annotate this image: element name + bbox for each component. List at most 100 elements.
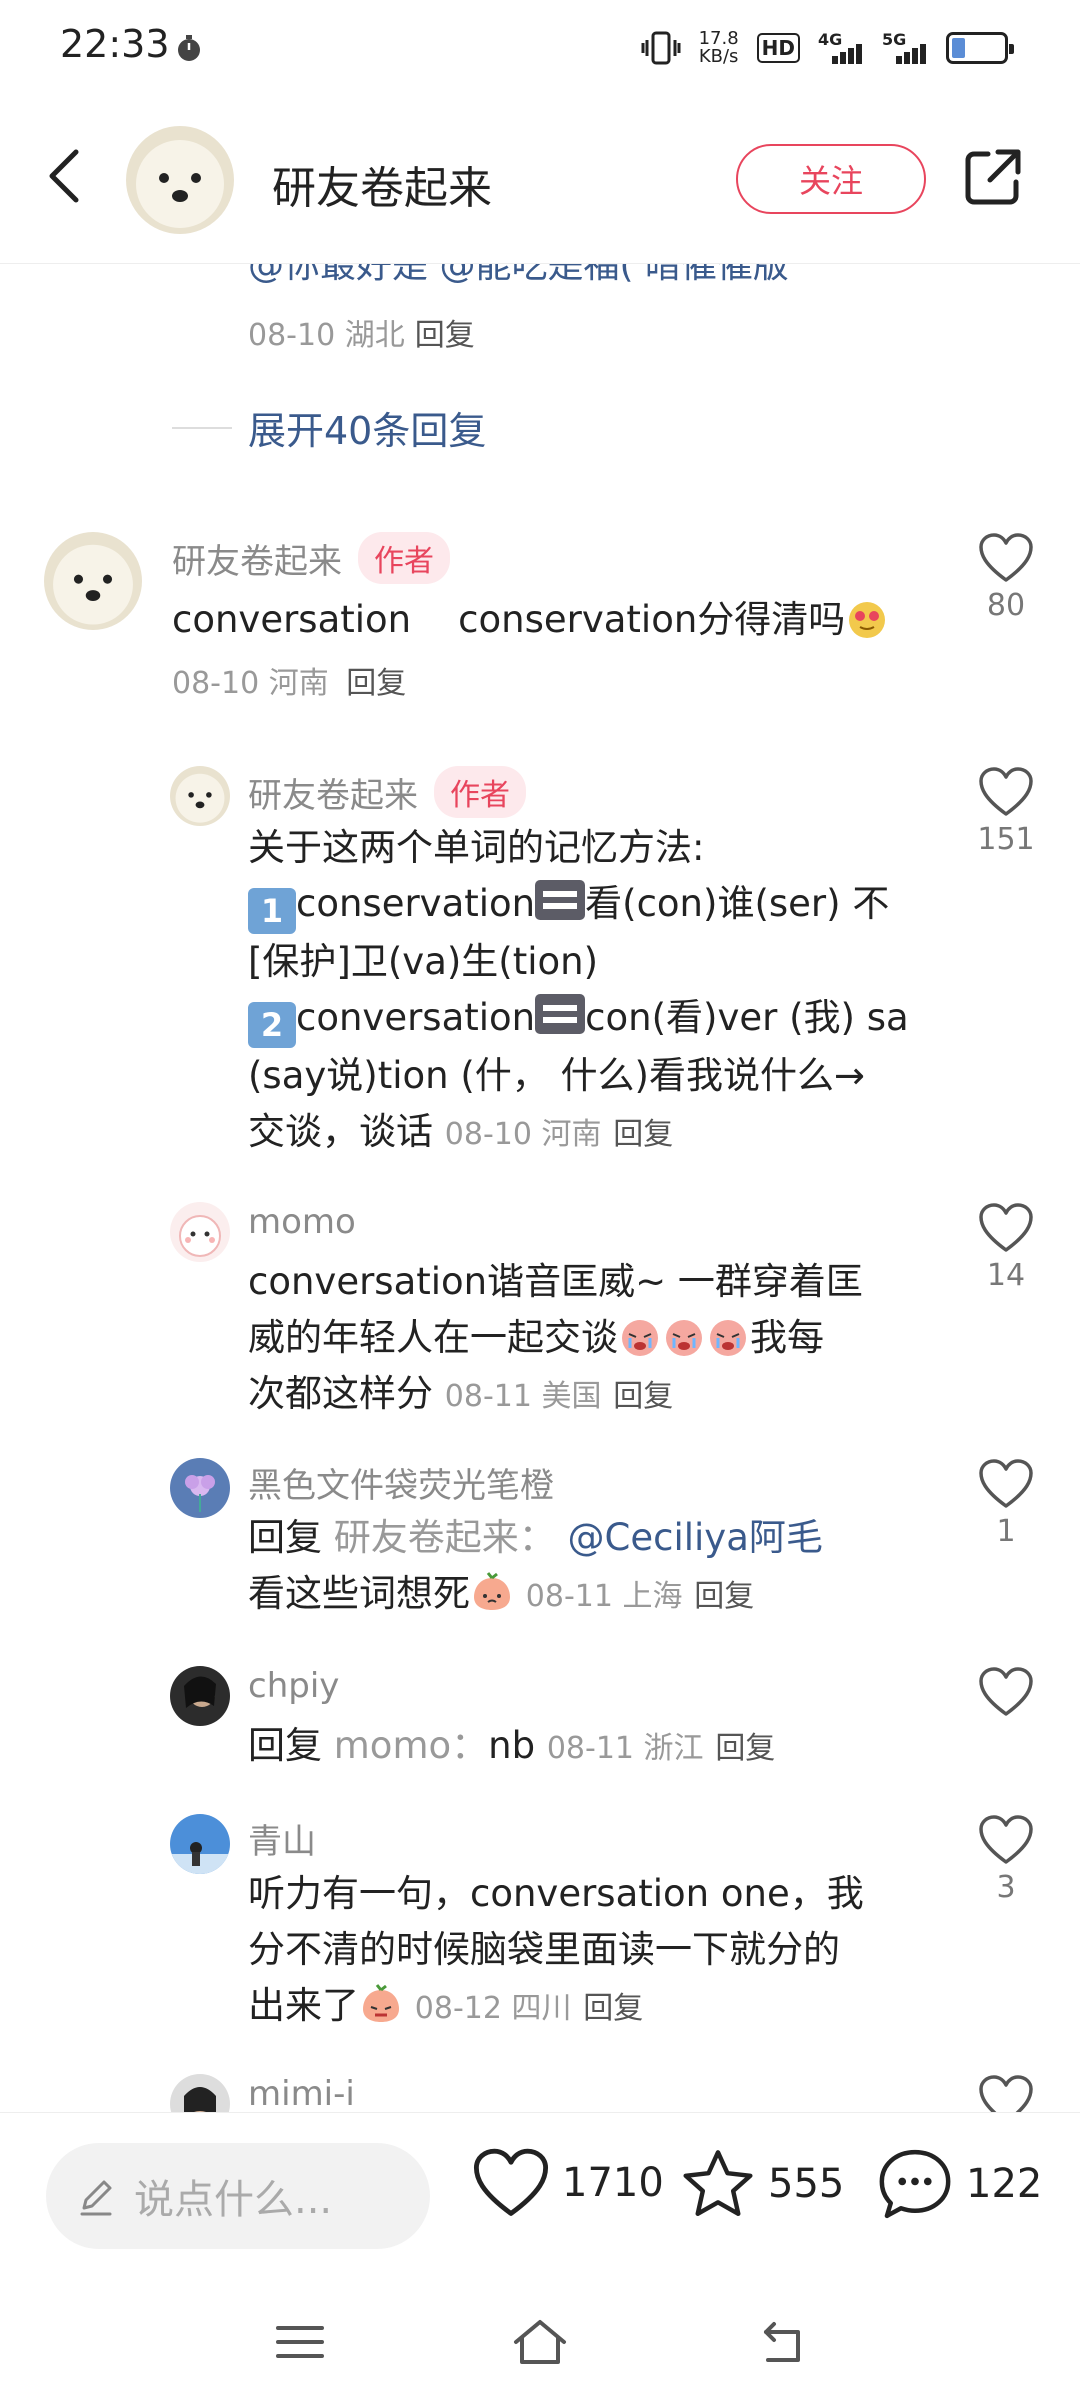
mention-link[interactable]: @Ceciliya阿毛: [568, 1516, 823, 1559]
comment-meta: 08-10 河南 回复: [172, 658, 406, 702]
previous-reply-button[interactable]: 回复: [415, 318, 475, 353]
comment-date: 08-11 美国: [444, 1379, 602, 1414]
comment-header: 黑色文件袋荧光笔橙: [248, 1458, 554, 1507]
comment-author[interactable]: momo: [248, 1202, 356, 1242]
like-button[interactable]: [966, 2074, 1046, 2112]
comment-header: chpiy: [248, 1666, 339, 1706]
comment-text: 回复 momo：nb 08-11 浙江 回复: [248, 1718, 948, 1777]
like-button[interactable]: 1: [966, 1458, 1046, 1549]
comment-text: 回复 研友卷起来： @Ceciliya阿毛 看这些词想死 08-11 上海 回复: [248, 1510, 948, 1625]
like-count: 151: [977, 822, 1035, 857]
previous-reply-text: @你最好是 @能吃是福( 暗催催版: [248, 264, 789, 286]
back-button[interactable]: [36, 146, 96, 206]
heart-icon: [979, 533, 1033, 582]
comment-author[interactable]: 研友卷起来: [172, 534, 342, 583]
comment-line: 看(con)谁(ser) 不: [585, 882, 890, 925]
star-icon: [683, 2150, 753, 2216]
crying-emoji-icon: [710, 1320, 746, 1356]
avatar[interactable]: [170, 766, 230, 826]
comments-button[interactable]: 122: [876, 2147, 1042, 2221]
reply-target[interactable]: 研友卷起来：: [334, 1516, 556, 1559]
comment-line: conversation: [296, 996, 536, 1039]
avatar[interactable]: [170, 1666, 230, 1726]
comment-count: 122: [966, 2161, 1043, 2207]
expand-replies-button[interactable]: 展开40条回复: [172, 400, 486, 455]
comment-text: 关于这两个单词的记忆方法: 1 conservation 看(con)谁(ser) …: [248, 820, 948, 1163]
comment-input[interactable]: 说点什么...: [46, 2143, 430, 2249]
avatar[interactable]: [170, 2074, 230, 2112]
heart-icon: [979, 1459, 1033, 1508]
previous-date: 08-10 湖北: [248, 318, 405, 353]
heart-icon: [979, 1815, 1033, 1864]
comment-line: [保护]卫(va)生(tion): [248, 940, 599, 983]
favorite-button[interactable]: 555: [680, 2147, 844, 2221]
dog-avatar-icon: [170, 766, 230, 826]
equals-icon: [535, 880, 586, 920]
share-icon[interactable]: [962, 146, 1024, 208]
comment-date: 08-11 浙江: [546, 1731, 704, 1766]
comment-body: conversation conservation分得清吗: [172, 598, 846, 641]
expand-replies-label: 展开40条回复: [248, 409, 487, 453]
comment-line: 听力有一句，conversation one，我: [248, 1872, 864, 1915]
heart-icon: [473, 2148, 549, 2216]
cute-avatar-icon: [170, 1202, 230, 1262]
header: 研友卷起来 关注: [0, 96, 1080, 264]
net-speed-unit: KB/s: [698, 46, 739, 67]
reply-button[interactable]: 回复: [694, 1579, 754, 1614]
comment-author[interactable]: mimi-i: [248, 2074, 355, 2112]
comment-body: nb: [488, 1724, 536, 1767]
like-button[interactable]: [966, 1666, 1046, 1718]
reply-button[interactable]: 回复: [346, 666, 406, 701]
previous-reply-meta: 08-10 湖北 回复: [248, 310, 475, 354]
avatar[interactable]: [170, 1202, 230, 1262]
comments-list[interactable]: @你最好是 @能吃是福( 暗催催版 7 08-10 湖北回复 展开40条回复 研…: [0, 264, 1080, 2112]
comment-line: (say说)tion (什， 什么)看我说什么→: [248, 1054, 865, 1097]
like-button[interactable]: 14: [966, 1202, 1046, 1293]
equals-icon: [535, 994, 586, 1034]
flower-avatar-icon: [170, 1458, 230, 1518]
like-post-button[interactable]: 1710: [472, 2147, 664, 2219]
back-nav-icon[interactable]: [752, 2312, 812, 2372]
avatar[interactable]: [170, 1814, 230, 1874]
comment-author[interactable]: 研友卷起来: [248, 768, 418, 817]
favorite-count: 555: [768, 2161, 845, 2207]
comment-date: 08-12 四川: [414, 1991, 572, 2026]
follow-button[interactable]: 关注: [736, 144, 926, 214]
comment-line: 次都这样分: [248, 1372, 433, 1415]
net-speed: 17.8 KB/s: [699, 30, 739, 66]
crying-emoji-icon: [666, 1320, 702, 1356]
header-avatar[interactable]: [126, 126, 234, 234]
comment-line: 关于这两个单词的记忆方法:: [248, 826, 705, 869]
status-time: 22:33: [60, 22, 170, 66]
pencil-icon: [80, 2180, 112, 2216]
reply-button[interactable]: 回复: [613, 1117, 673, 1152]
like-button[interactable]: 151: [966, 766, 1046, 857]
chat-bubble-icon: [879, 2149, 951, 2219]
heart-icon: [979, 1667, 1033, 1716]
menu-icon[interactable]: [270, 2312, 330, 2372]
like-button[interactable]: 80: [966, 532, 1046, 623]
heart-icon: [979, 767, 1033, 816]
comment-line: 交谈，谈话: [248, 1110, 433, 1153]
like-button[interactable]: 3: [966, 1814, 1046, 1905]
avatar[interactable]: [170, 1458, 230, 1518]
previous-like-count: 7: [998, 264, 1017, 271]
like-count: 3: [996, 1870, 1016, 1905]
comment-header: 研友卷起来 作者: [248, 766, 526, 818]
hd-badge: HD: [756, 33, 800, 63]
comment-line: conservation: [296, 882, 536, 925]
home-icon[interactable]: [510, 2312, 570, 2372]
comment-author[interactable]: chpiy: [248, 1666, 339, 1706]
comment-text: conversation conservation分得清吗: [172, 592, 889, 648]
author-badge: 作者: [358, 532, 450, 584]
system-nav-bar: [0, 2284, 1080, 2404]
comment-author[interactable]: 青山: [248, 1814, 316, 1863]
comment-author[interactable]: 黑色文件袋荧光笔橙: [248, 1458, 554, 1507]
reply-button[interactable]: 回复: [613, 1379, 673, 1414]
reply-button[interactable]: 回复: [583, 1991, 643, 2026]
person-avatar-icon: [170, 1666, 230, 1726]
comment-line: con(看)ver (我) sa: [585, 996, 909, 1039]
reply-target[interactable]: momo：: [334, 1724, 488, 1767]
reply-button[interactable]: 回复: [715, 1731, 775, 1766]
avatar[interactable]: [44, 532, 142, 630]
